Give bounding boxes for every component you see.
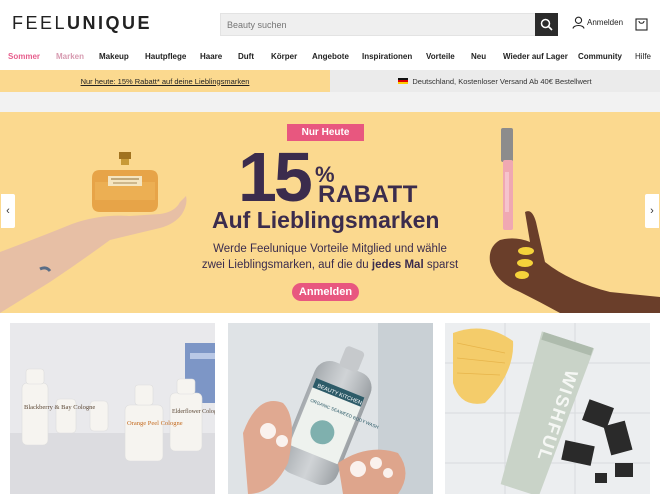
feelunique-logo[interactable]: FEELUNIQUE xyxy=(12,13,152,34)
search-bar xyxy=(220,13,558,36)
search-icon xyxy=(540,18,553,31)
wishful-image: WISHFUL xyxy=(445,323,650,494)
shipping-text: Deutschland, Kostenloser Versand Ab 40€ … xyxy=(412,76,592,86)
perfume-bottle xyxy=(92,152,158,212)
hero-description: Werde Feelunique Vorteile Mitglied und w… xyxy=(180,241,480,273)
promo-offer: Nur heute: 15% Rabatt* auf deine Lieblin… xyxy=(0,70,330,92)
search-button[interactable] xyxy=(535,13,558,36)
logo-light: FEEL xyxy=(12,13,68,33)
hero-banner[interactable]: Nur Heute 15 % RABATT Auf Lieblingsmarke… xyxy=(0,112,660,313)
colognes-image: Blackberry & Bay Cologne Orange Peel Col… xyxy=(10,323,215,494)
shipping-info: Deutschland, Kostenloser Versand Ab 40€ … xyxy=(330,70,660,92)
logo-bold: UNIQUE xyxy=(67,13,153,33)
section-spacer xyxy=(0,92,660,112)
nav-item-marken[interactable]: Marken xyxy=(56,52,84,61)
nav-item-neu[interactable]: Neu xyxy=(471,52,486,61)
nav-item-haare[interactable]: Haare xyxy=(200,52,222,61)
lip-gloss xyxy=(501,128,513,230)
hero-signin-button[interactable]: Anmelden xyxy=(292,283,359,301)
site-header: FEELUNIQUE Anmelden xyxy=(0,0,660,48)
nav-item-sommer[interactable]: Sommer xyxy=(8,52,40,61)
body-wash-image: BEAUTY KITCHEN ORGANIC SEAWEED BODY WASH xyxy=(228,323,433,494)
bottle-label-orange: Orange Peel Cologne xyxy=(127,420,183,427)
nav-item-makeup[interactable]: Makeup xyxy=(99,52,129,61)
left-hand xyxy=(0,196,187,313)
search-input[interactable] xyxy=(221,14,537,35)
product-tile-wishful[interactable]: WISHFUL xyxy=(445,323,650,494)
nav-item-angebote[interactable]: Angebote xyxy=(312,52,349,61)
discount-label: RABATT xyxy=(318,181,418,208)
hero-description-line2-pre: zwei Lieblingsmarken, auf die du xyxy=(201,259,372,271)
signin-label: Anmelden xyxy=(587,18,624,27)
signin-link[interactable]: Anmelden xyxy=(572,16,623,29)
carousel-next-button[interactable]: › xyxy=(645,194,659,228)
main-navigation: Sommer Marken Makeup Hautpflege Haare Du… xyxy=(0,48,660,70)
hero-subtitle: Auf Lieblingsmarken xyxy=(212,207,440,233)
nav-item-wieder-auf-lager[interactable]: Wieder auf Lager xyxy=(503,52,568,61)
product-tile-body-wash[interactable]: BEAUTY KITCHEN ORGANIC SEAWEED BODY WASH xyxy=(228,323,433,494)
hero-description-line2-post: sparst xyxy=(423,259,459,271)
carousel-prev-button[interactable]: ‹ xyxy=(1,194,15,228)
product-tile-colognes[interactable]: Blackberry & Bay Cologne Orange Peel Col… xyxy=(10,323,215,494)
nav-item-duft[interactable]: Duft xyxy=(238,52,254,61)
nav-item-hilfe[interactable]: Hilfe xyxy=(635,52,651,61)
hero-description-line1: Werde Feelunique Vorteile Mitglied und w… xyxy=(213,243,447,255)
promo-offer-link[interactable]: Nur heute: 15% Rabatt* auf deine Lieblin… xyxy=(81,77,250,86)
nav-item-inspirationen[interactable]: Inspirationen xyxy=(362,52,412,61)
right-hand xyxy=(489,211,660,313)
bottle-label-elderflower: Elderflower Cologne xyxy=(172,408,215,415)
nav-item-koerper[interactable]: Körper xyxy=(271,52,297,61)
hero-description-emphasis: jedes Mal xyxy=(371,259,424,271)
discount-percent: 15 xyxy=(238,138,313,216)
promo-bar: Nur heute: 15% Rabatt* auf deine Lieblin… xyxy=(0,70,660,92)
nav-item-vorteile[interactable]: Vorteile xyxy=(426,52,455,61)
shopping-bag-icon xyxy=(635,18,648,31)
nav-item-community[interactable]: Community xyxy=(578,52,622,61)
chevron-right-icon: › xyxy=(650,205,654,217)
bottle-label-blackberry: Blackberry & Bay Cologne xyxy=(24,404,95,411)
user-icon xyxy=(572,16,585,29)
basket-button[interactable] xyxy=(635,16,648,36)
chevron-left-icon: ‹ xyxy=(6,205,10,217)
germany-flag-icon xyxy=(398,77,409,85)
nav-item-hautpflege[interactable]: Hautpflege xyxy=(145,52,186,61)
